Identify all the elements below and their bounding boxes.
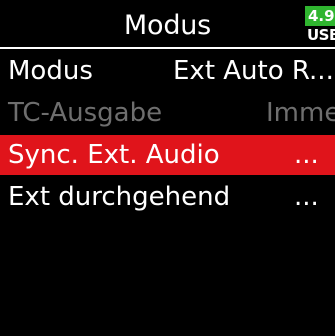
menu-item-label: Sync. Ext. Audio (8, 140, 220, 170)
header-divider (0, 47, 335, 49)
menu-item-value: ... (294, 140, 319, 170)
menu-item-tc-ausgabe: TC-Ausgabe Immer (0, 93, 335, 133)
menu-item-value: Ext Auto R... (173, 56, 334, 86)
menu-item-modus[interactable]: Modus Ext Auto R... (0, 51, 335, 91)
battery-level: 4.9 (305, 6, 335, 26)
menu-item-value: Immer (266, 98, 335, 128)
menu-item-value: ... (294, 182, 319, 212)
power-source-label: USB (307, 26, 335, 44)
battery-indicator: 4.9 USB (305, 6, 335, 45)
menu-item-label: Modus (8, 56, 93, 86)
menu-item-label: TC-Ausgabe (8, 98, 163, 128)
device-screen: Modus 4.9 USB Modus Ext Auto R... TC-Aus… (0, 0, 335, 336)
page-title: Modus (123, 10, 212, 41)
menu-item-label: Ext durchgehend (8, 182, 231, 212)
menu-item-ext-durchgehend[interactable]: Ext durchgehend ... (0, 177, 335, 217)
menu-item-sync-ext-audio[interactable]: Sync. Ext. Audio ... (0, 135, 335, 175)
